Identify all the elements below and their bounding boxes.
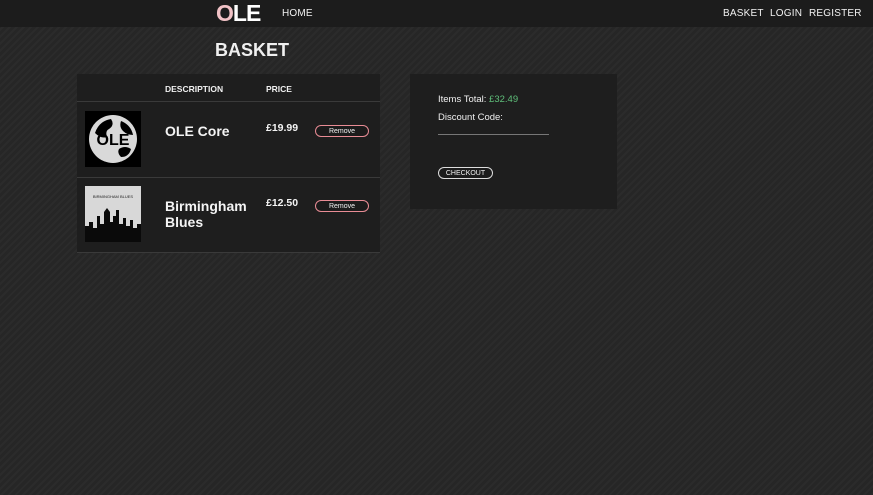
nav-login-link[interactable]: LOGIN bbox=[770, 8, 802, 19]
header-price: PRICE bbox=[266, 84, 292, 94]
birmingham-blues-cover-text: BIRMINGHAM BLUES bbox=[93, 194, 134, 199]
nav-register-link[interactable]: REGISTER bbox=[809, 8, 862, 19]
table-divider bbox=[77, 177, 380, 178]
svg-text:OLE: OLE bbox=[97, 132, 130, 149]
order-summary-panel: Items Total: £32.49 Discount Code: CHECK… bbox=[410, 74, 617, 209]
ole-core-cover-art: OLE bbox=[85, 111, 141, 167]
checkout-button[interactable]: CHECKOUT bbox=[438, 167, 493, 179]
remove-button[interactable]: Remove bbox=[315, 200, 369, 212]
items-total-value: £32.49 bbox=[489, 94, 519, 105]
nav-basket-link[interactable]: BASKET bbox=[723, 8, 764, 19]
top-navbar: OLE HOME BASKET LOGIN REGISTER bbox=[0, 0, 873, 27]
ole-logo[interactable]: OLE bbox=[216, 0, 261, 26]
items-total: Items Total: £32.49 bbox=[438, 94, 518, 105]
table-divider bbox=[77, 101, 380, 102]
item-title: OLE Core bbox=[165, 123, 230, 139]
birmingham-blues-cover-art: BIRMINGHAM BLUES bbox=[85, 186, 141, 242]
discount-code-label: Discount Code: bbox=[438, 112, 503, 123]
header-description: DESCRIPTION bbox=[165, 84, 224, 94]
nav-home-link[interactable]: HOME bbox=[282, 8, 313, 19]
birmingham-blues-cover-image: BIRMINGHAM BLUES bbox=[85, 186, 141, 242]
item-price: £12.50 bbox=[266, 197, 299, 209]
items-total-label: Items Total: bbox=[438, 94, 487, 105]
basket-table: DESCRIPTION PRICE OLE OLE Core £19.99 Re… bbox=[77, 74, 380, 253]
discount-code-input[interactable] bbox=[438, 126, 549, 135]
logo-o: O bbox=[216, 0, 234, 26]
remove-button[interactable]: Remove bbox=[315, 125, 369, 137]
logo-le: LE bbox=[232, 0, 261, 26]
page-title: BASKET bbox=[215, 40, 290, 60]
item-title: Birmingham Blues bbox=[165, 198, 247, 230]
ole-core-cover-image: OLE bbox=[85, 111, 141, 167]
item-price: £19.99 bbox=[266, 122, 299, 134]
table-divider bbox=[77, 252, 380, 253]
